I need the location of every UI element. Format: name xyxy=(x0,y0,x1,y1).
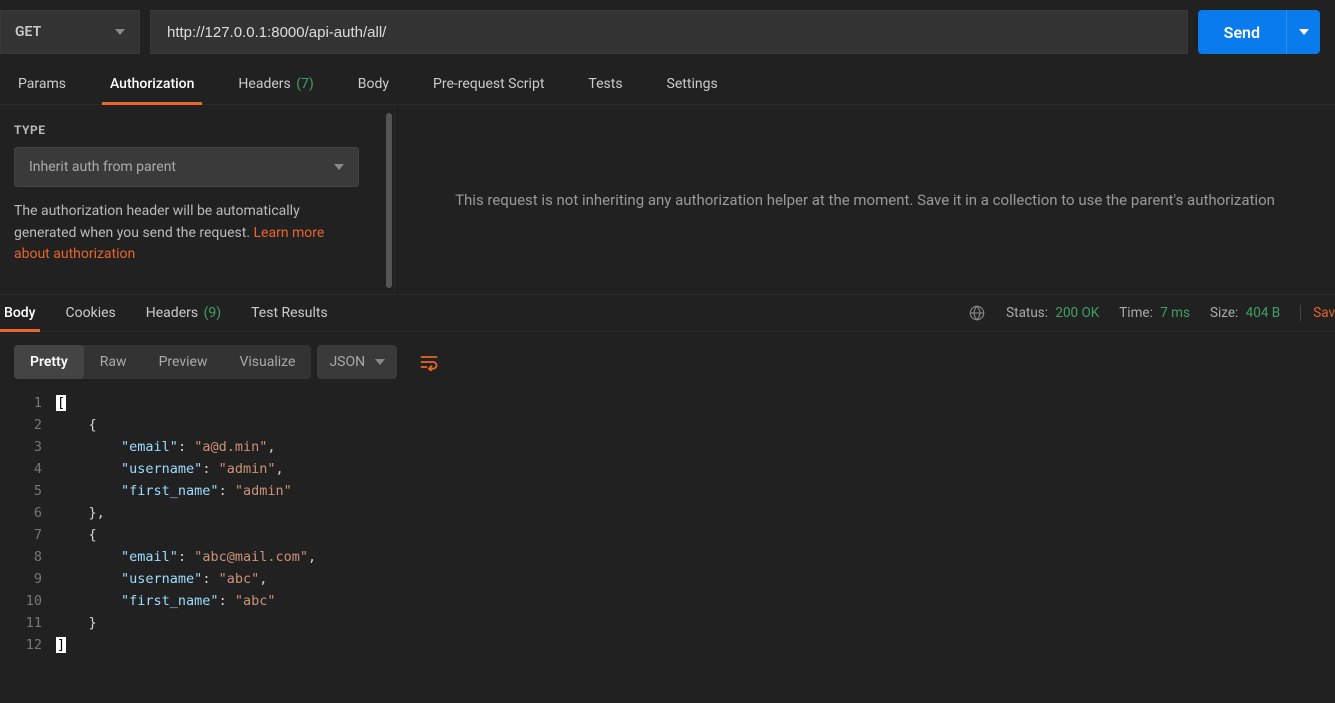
auth-type-select[interactable]: Inherit auth from parent xyxy=(14,147,359,187)
response-tab-body[interactable]: Body xyxy=(0,295,40,331)
line-number: 4 xyxy=(0,458,42,480)
code-line: }, xyxy=(56,502,1335,524)
method-label: GET xyxy=(15,24,41,40)
save-response-button[interactable]: Sav xyxy=(1300,305,1335,321)
code-line: [ xyxy=(56,392,1335,414)
line-number-gutter: 123456789101112 xyxy=(0,392,56,656)
body-lang-select[interactable]: JSON xyxy=(317,345,397,379)
tab-body[interactable]: Body xyxy=(350,64,397,104)
chevron-down-icon xyxy=(115,29,125,35)
globe-icon[interactable] xyxy=(968,304,986,322)
response-tab-cookies[interactable]: Cookies xyxy=(62,295,120,331)
auth-type-label: TYPE xyxy=(14,123,378,137)
line-number: 12 xyxy=(0,634,42,656)
line-number: 8 xyxy=(0,546,42,568)
response-body-code[interactable]: [ { "email": "a@d.min", "username": "adm… xyxy=(56,392,1335,656)
chevron-down-icon xyxy=(334,164,344,170)
code-line: "email": "a@d.min", xyxy=(56,436,1335,458)
code-line: "username": "admin", xyxy=(56,458,1335,480)
response-tab-headers[interactable]: Headers (9) xyxy=(142,295,225,331)
auth-inherit-message: This request is not inheriting any autho… xyxy=(395,105,1335,294)
body-view-switcher: Pretty Raw Preview Visualize xyxy=(14,345,311,379)
code-line: } xyxy=(56,612,1335,634)
code-line: "first_name": "abc" xyxy=(56,590,1335,612)
line-number: 2 xyxy=(0,414,42,436)
scrollbar[interactable] xyxy=(386,113,392,288)
code-line: ] xyxy=(56,634,1335,656)
tab-settings[interactable]: Settings xyxy=(659,64,726,104)
view-visualize-button[interactable]: Visualize xyxy=(223,345,311,379)
response-tab-test-results[interactable]: Test Results xyxy=(247,295,332,331)
wrap-lines-button[interactable] xyxy=(411,344,447,380)
code-line: { xyxy=(56,414,1335,436)
line-number: 7 xyxy=(0,524,42,546)
code-line: { xyxy=(56,524,1335,546)
view-preview-button[interactable]: Preview xyxy=(143,345,224,379)
chevron-down-icon xyxy=(1299,29,1309,35)
tab-params[interactable]: Params xyxy=(10,64,74,104)
response-tabs: Body Cookies Headers (9) Test Results xyxy=(0,295,332,331)
line-number: 11 xyxy=(0,612,42,634)
send-dropdown[interactable] xyxy=(1286,10,1320,54)
url-input[interactable] xyxy=(150,10,1188,54)
tab-prerequest[interactable]: Pre-request Script xyxy=(425,64,552,104)
response-meta: Status: 200 OK Time: 7 ms Size: 404 B Sa… xyxy=(968,304,1335,322)
auth-sidebar: TYPE Inherit auth from parent The author… xyxy=(0,105,395,294)
auth-type-value: Inherit auth from parent xyxy=(29,159,176,175)
line-number: 10 xyxy=(0,590,42,612)
chevron-down-icon xyxy=(375,359,385,365)
line-number: 5 xyxy=(0,480,42,502)
request-tabs: Params Authorization Headers (7) Body Pr… xyxy=(0,64,1335,105)
status-meta: Status: 200 OK xyxy=(1006,305,1099,321)
size-meta: Size: 404 B xyxy=(1210,305,1280,321)
line-number: 6 xyxy=(0,502,42,524)
code-line: "email": "abc@mail.com", xyxy=(56,546,1335,568)
code-line: "username": "abc", xyxy=(56,568,1335,590)
tab-authorization[interactable]: Authorization xyxy=(102,64,202,104)
line-number: 1 xyxy=(0,392,42,414)
send-button[interactable]: Send xyxy=(1198,10,1320,54)
view-pretty-button[interactable]: Pretty xyxy=(14,345,84,379)
tab-tests[interactable]: Tests xyxy=(580,64,630,104)
auth-help-text: The authorization header will be automat… xyxy=(14,201,359,266)
code-line: "first_name": "admin" xyxy=(56,480,1335,502)
view-raw-button[interactable]: Raw xyxy=(84,345,143,379)
line-number: 9 xyxy=(0,568,42,590)
send-label: Send xyxy=(1198,23,1286,42)
time-meta: Time: 7 ms xyxy=(1119,305,1190,321)
line-number: 3 xyxy=(0,436,42,458)
tab-headers[interactable]: Headers (7) xyxy=(230,64,321,104)
method-select[interactable]: GET xyxy=(0,10,140,54)
